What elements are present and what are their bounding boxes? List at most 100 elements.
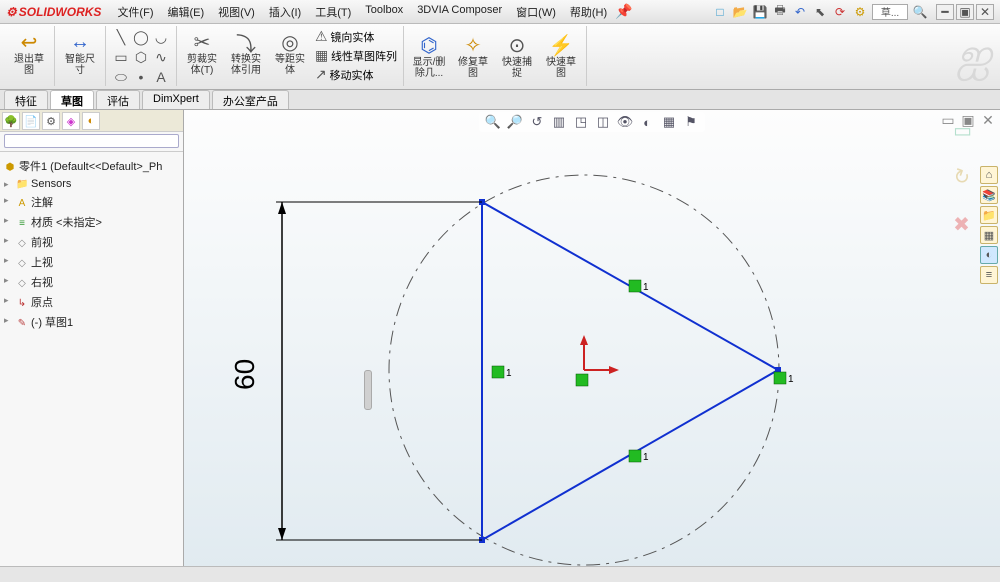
fm-filter-input[interactable] — [4, 134, 179, 148]
undo-icon[interactable]: ↶ — [792, 4, 808, 20]
menu-tools[interactable]: 工具(T) — [309, 2, 357, 22]
relation-edge-top-label: 1 — [643, 282, 649, 293]
new-icon[interactable]: □ — [712, 4, 728, 20]
menu-edit[interactable]: 编辑(E) — [161, 2, 210, 22]
trim-button[interactable]: ✂ 剪裁实体(T) — [183, 28, 221, 78]
menu-file[interactable]: 文件(F) — [111, 2, 159, 22]
panel-resize-handle[interactable] — [364, 370, 372, 410]
menu-toolbox[interactable]: Toolbox — [359, 2, 409, 22]
titlebar: SOLIDWORKS 文件(F) 编辑(E) 视图(V) 插入(I) 工具(T)… — [0, 0, 1000, 24]
circle-icon[interactable]: ◯ — [132, 28, 150, 46]
maximize-button[interactable]: ▣ — [956, 4, 974, 20]
main-area: 🌳 📄 ⚙ ◈ ◐ ⬢零件1 (Default<<Default>_Ph 📁Se… — [0, 110, 1000, 582]
relation-center-label: 1 — [506, 368, 512, 379]
tree-root[interactable]: ⬢零件1 (Default<<Default>_Ph — [2, 156, 181, 176]
save-icon[interactable]: 💾 — [752, 4, 768, 20]
offset-button[interactable]: ◎ 等距实体 — [271, 28, 309, 78]
tab-dimxpert[interactable]: DimXpert — [142, 90, 210, 109]
dimension-value: 60 — [229, 359, 260, 390]
tree-origin[interactable]: ↳原点 — [2, 292, 181, 312]
relation-vertex-right[interactable] — [774, 372, 786, 384]
dimension-60[interactable]: 60 — [229, 202, 482, 540]
rapidsketch-button[interactable]: ⚡ 快速草图 — [542, 31, 580, 81]
polygon-icon[interactable]: ⬡ — [132, 48, 150, 66]
menu-window[interactable]: 窗口(W) — [510, 2, 562, 22]
ribbon: ↩ 退出草图 ↔ 智能尺寸 ╲ ◯ ◡ ▭ ⬡ ∿ ⬭ • A ✂ 剪裁实体(T… — [0, 24, 1000, 90]
repair-button[interactable]: ✧ 修复草图 — [454, 31, 492, 81]
menu-bar: 文件(F) 编辑(E) 视图(V) 插入(I) 工具(T) Toolbox 3D… — [111, 2, 632, 22]
trim-label: 剪裁实体(T) — [185, 54, 219, 76]
graphics-viewport[interactable]: 🔍 🔎 ↺ ▥ ◳ ◫ 👁 ◐ ▦ ⚑ ▭ ▣ ✕ ▭ ↻ ✖ ⌂ 📚 📁 ▦ … — [184, 110, 1000, 582]
tree-material-label: 材质 <未指定> — [31, 217, 102, 229]
menu-view[interactable]: 视图(V) — [212, 2, 261, 22]
convert-button[interactable]: ⤵ 转换实体引用 — [227, 28, 265, 78]
fm-tabs: 🌳 📄 ⚙ ◈ ◐ — [0, 110, 183, 132]
fm-tab-tree-icon[interactable]: 🌳 — [2, 112, 20, 130]
search-input-icon[interactable]: 🔍 — [912, 4, 928, 20]
point-icon[interactable]: • — [132, 68, 150, 86]
tree-top-plane[interactable]: ◇上视 — [2, 252, 181, 272]
fm-tab-property-icon[interactable]: 📄 — [22, 112, 40, 130]
showdelete-button[interactable]: ⌬ 显示/删除几... — [410, 31, 448, 81]
relation-center[interactable] — [492, 366, 504, 378]
fm-tab-appear-icon[interactable]: ◐ — [82, 112, 100, 130]
tree-front-plane[interactable]: ◇前视 — [2, 232, 181, 252]
origin-icon: ↳ — [16, 298, 28, 309]
menu-3dvia[interactable]: 3DVIA Composer — [411, 2, 508, 22]
repair-label: 修复草图 — [456, 57, 490, 79]
pattern-label: 线性草图阵列 — [331, 51, 397, 63]
mirror-icon: ⚠ — [315, 28, 328, 45]
tree-material[interactable]: ≡材质 <未指定> — [2, 212, 181, 232]
close-button[interactable]: ✕ — [976, 4, 994, 20]
smart-dimension-label: 智能尺寸 — [63, 54, 97, 76]
move-button[interactable]: ↗ 移动实体 — [315, 66, 397, 83]
relation-edge-bot-label: 1 — [643, 452, 649, 463]
tree-sketch1[interactable]: ✎(-) 草图1 — [2, 312, 181, 332]
spline-icon[interactable]: ∿ — [152, 48, 170, 66]
convert-label: 转换实体引用 — [229, 54, 263, 76]
ribbon-exit-group: ↩ 退出草图 — [4, 26, 55, 86]
sketch-triangle[interactable] — [482, 202, 778, 540]
tab-sketch[interactable]: 草图 — [50, 90, 94, 109]
search-box[interactable]: 草... — [872, 4, 908, 20]
exit-sketch-button[interactable]: ↩ 退出草图 — [10, 28, 48, 78]
tab-features[interactable]: 特征 — [4, 90, 48, 109]
pattern-button[interactable]: ▦ 线性草图阵列 — [315, 47, 397, 64]
tree-annotations[interactable]: A注解 — [2, 192, 181, 212]
menu-pin-icon[interactable]: 📌 — [615, 2, 632, 22]
smart-dimension-button[interactable]: ↔ 智能尺寸 — [61, 28, 99, 78]
mirror-button[interactable]: ⚠ 镜向实体 — [315, 28, 397, 45]
move-label: 移动实体 — [330, 70, 374, 82]
menu-help[interactable]: 帮助(H) — [564, 2, 613, 22]
options-icon[interactable]: ⚙ — [852, 4, 868, 20]
relation-edge-bot[interactable] — [629, 450, 641, 462]
relation-origin[interactable] — [576, 374, 588, 386]
print-icon[interactable]: 🖶 — [772, 4, 788, 20]
text-icon[interactable]: A — [152, 68, 170, 86]
rebuild-icon[interactable]: ⟳ — [832, 4, 848, 20]
relation-edge-top[interactable] — [629, 280, 641, 292]
app-logo: SOLIDWORKS — [6, 5, 101, 19]
sketch-drawing: 1 1 1 1 60 — [184, 110, 1000, 582]
ribbon-sketch-tools: ╲ ◯ ◡ ▭ ⬡ ∿ ⬭ • A — [106, 26, 177, 86]
tree-right-plane[interactable]: ◇右视 — [2, 272, 181, 292]
line-icon[interactable]: ╲ — [112, 28, 130, 46]
ellipse-icon[interactable]: ⬭ — [112, 68, 130, 86]
folder-icon: 📁 — [16, 179, 28, 190]
ds-watermark-icon: ஐ — [957, 30, 992, 86]
fm-tab-config-icon[interactable]: ⚙ — [42, 112, 60, 130]
menu-insert[interactable]: 插入(I) — [263, 2, 307, 22]
ribbon-smartdim-group: ↔ 智能尺寸 — [55, 26, 106, 86]
rect-icon[interactable]: ▭ — [112, 48, 130, 66]
tab-office[interactable]: 办公室产品 — [212, 90, 289, 109]
open-icon[interactable]: 📂 — [732, 4, 748, 20]
part-icon: ⬢ — [4, 162, 16, 173]
tree-sensors[interactable]: 📁Sensors — [2, 176, 181, 192]
select-icon[interactable]: ⬉ — [812, 4, 828, 20]
minimize-button[interactable]: ━ — [936, 4, 954, 20]
arc-icon[interactable]: ◡ — [152, 28, 170, 46]
quicksnap-button[interactable]: ⊙ 快速捕捉 — [498, 31, 536, 81]
feature-tree: ⬢零件1 (Default<<Default>_Ph 📁Sensors A注解 … — [0, 152, 183, 336]
tab-evaluate[interactable]: 评估 — [96, 90, 140, 109]
fm-tab-dim-icon[interactable]: ◈ — [62, 112, 80, 130]
